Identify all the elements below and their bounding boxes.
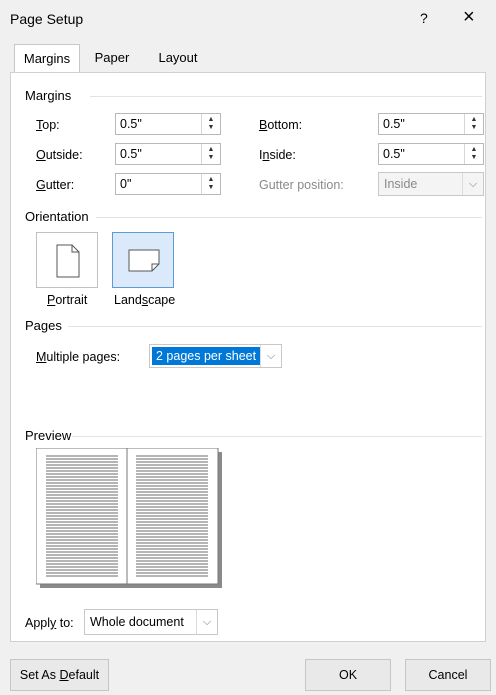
apply-to-select[interactable]: Whole document ⌵	[84, 609, 218, 635]
tab-margins[interactable]: Margins	[14, 44, 80, 73]
orientation-section-title: Orientation	[25, 209, 89, 224]
cancel-button[interactable]: Cancel	[405, 659, 491, 691]
portrait-label: Portrait	[47, 293, 88, 307]
spinner-arrows-icon[interactable]: ▲ ▼	[464, 114, 483, 134]
dialog-title: Page Setup	[10, 11, 84, 27]
close-icon[interactable]: ×	[463, 7, 475, 27]
outside-margin-spinner[interactable]: 0.5" ▲ ▼	[115, 143, 221, 165]
margins-section-title: Margins	[25, 88, 72, 103]
top-margin-value: 0.5"	[120, 117, 142, 131]
inside-margin-spinner[interactable]: 0.5" ▲ ▼	[378, 143, 484, 165]
gutter-position-label: Gutter position:	[259, 178, 344, 192]
multiple-pages-value: 2 pages per sheet	[152, 347, 261, 365]
apply-to-value: Whole document	[90, 615, 184, 629]
multiple-pages-label: Multiple pages:	[36, 350, 121, 364]
top-label: Top:	[36, 118, 60, 132]
pages-section-title: Pages	[25, 318, 62, 333]
section-divider	[90, 96, 482, 97]
page-preview	[36, 448, 222, 588]
top-margin-spinner[interactable]: 0.5" ▲ ▼	[115, 113, 221, 135]
tab-layout[interactable]: Layout	[148, 46, 208, 70]
gutter-position-value: Inside	[384, 177, 418, 191]
spinner-arrows-icon[interactable]: ▲ ▼	[201, 174, 220, 194]
bottom-margin-value: 0.5"	[383, 117, 405, 131]
gutter-spinner[interactable]: 0" ▲ ▼	[115, 173, 221, 195]
landscape-page-icon	[128, 249, 160, 272]
preview-section-title: Preview	[25, 428, 72, 443]
apply-to-label: Apply to:	[25, 616, 74, 630]
landscape-label: Landscape	[114, 293, 176, 307]
spinner-arrows-icon[interactable]: ▲ ▼	[201, 144, 220, 164]
inside-label: Inside:	[259, 148, 296, 162]
tab-paper[interactable]: Paper	[86, 46, 138, 70]
portrait-page-icon	[56, 244, 80, 278]
spinner-arrows-icon[interactable]: ▲ ▼	[464, 144, 483, 164]
spinner-arrows-icon[interactable]: ▲ ▼	[201, 114, 220, 134]
set-as-default-button[interactable]: Set As Default	[10, 659, 109, 691]
section-divider	[72, 436, 482, 437]
landscape-button[interactable]	[112, 232, 174, 288]
chevron-down-icon[interactable]: ⌵	[196, 610, 217, 634]
help-button[interactable]: ?	[420, 10, 428, 26]
multiple-pages-select[interactable]: 2 pages per sheet ⌵	[149, 344, 282, 368]
outside-margin-value: 0.5"	[120, 147, 142, 161]
inside-margin-value: 0.5"	[383, 147, 405, 161]
portrait-button[interactable]	[36, 232, 98, 288]
gutter-position-select[interactable]: Inside ⌵	[378, 172, 484, 196]
section-divider	[68, 326, 482, 327]
ok-button[interactable]: OK	[305, 659, 391, 691]
gutter-label: Gutter:	[36, 178, 75, 192]
bottom-margin-spinner[interactable]: 0.5" ▲ ▼	[378, 113, 484, 135]
gutter-value: 0"	[120, 177, 132, 191]
outside-label: Outside:	[36, 148, 83, 162]
chevron-down-icon[interactable]: ⌵	[260, 345, 281, 367]
bottom-label: Bottom:	[259, 118, 303, 132]
chevron-down-icon[interactable]: ⌵	[462, 173, 483, 195]
section-divider	[96, 217, 482, 218]
